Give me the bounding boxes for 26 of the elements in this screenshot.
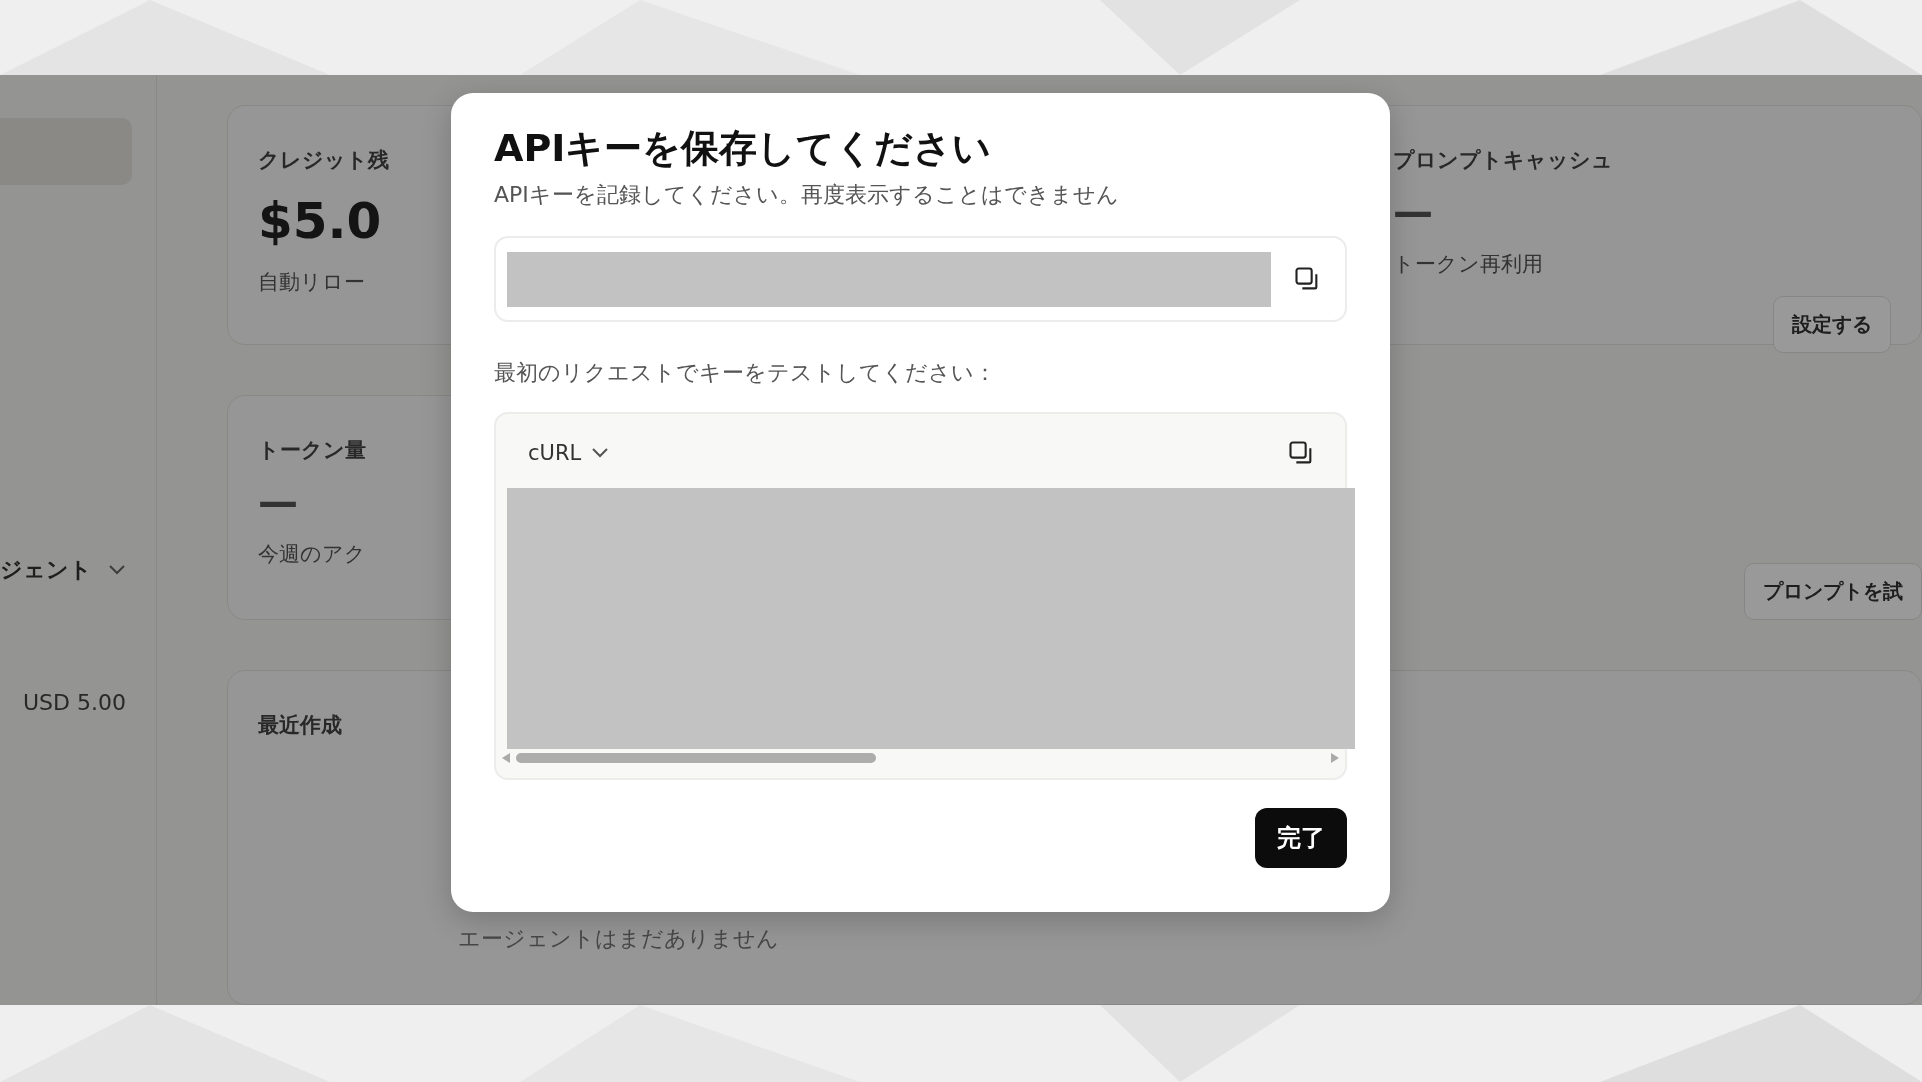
balance-text: USD 5.00 <box>23 690 126 715</box>
card-title: トークン量 <box>258 437 366 464</box>
card-value: — <box>258 482 298 522</box>
card-note: トークン再利用 <box>1393 251 1543 278</box>
card-title: クレジット残 <box>258 147 389 174</box>
test-label: 最初のリクエストでキーをテストしてください： <box>494 359 997 387</box>
chevron-down-icon <box>591 447 610 459</box>
api-key-field[interactable] <box>494 236 1347 322</box>
chevron-down-icon <box>108 564 126 576</box>
scrollbar-thumb[interactable] <box>516 753 876 763</box>
language-dropdown[interactable]: cURL <box>528 441 610 465</box>
scroll-left-icon[interactable] <box>502 753 510 763</box>
card-title: プロンプトキャッシュ <box>1393 147 1613 174</box>
scroll-right-icon[interactable] <box>1331 753 1339 763</box>
card-note: 自動リロー <box>258 269 365 296</box>
setup-button[interactable]: 設定する <box>1773 296 1891 353</box>
card-title: 最近作成 <box>258 712 342 739</box>
card-value: — <box>1393 192 1433 232</box>
dialog-subtitle: APIキーを記録してください。再度表示することはできません <box>494 181 1120 209</box>
dialog-title: APIキーを保存してください <box>494 125 993 172</box>
try-prompt-button[interactable]: プロンプトを試 <box>1744 563 1922 620</box>
credit-amount: $5.0 <box>258 192 382 250</box>
done-button[interactable]: 完了 <box>1255 808 1347 868</box>
empty-message: エージェントはまだありません <box>458 925 779 953</box>
card-note: 今週のアク <box>258 541 366 568</box>
sidebar-item[interactable]: ジェント <box>0 555 92 585</box>
